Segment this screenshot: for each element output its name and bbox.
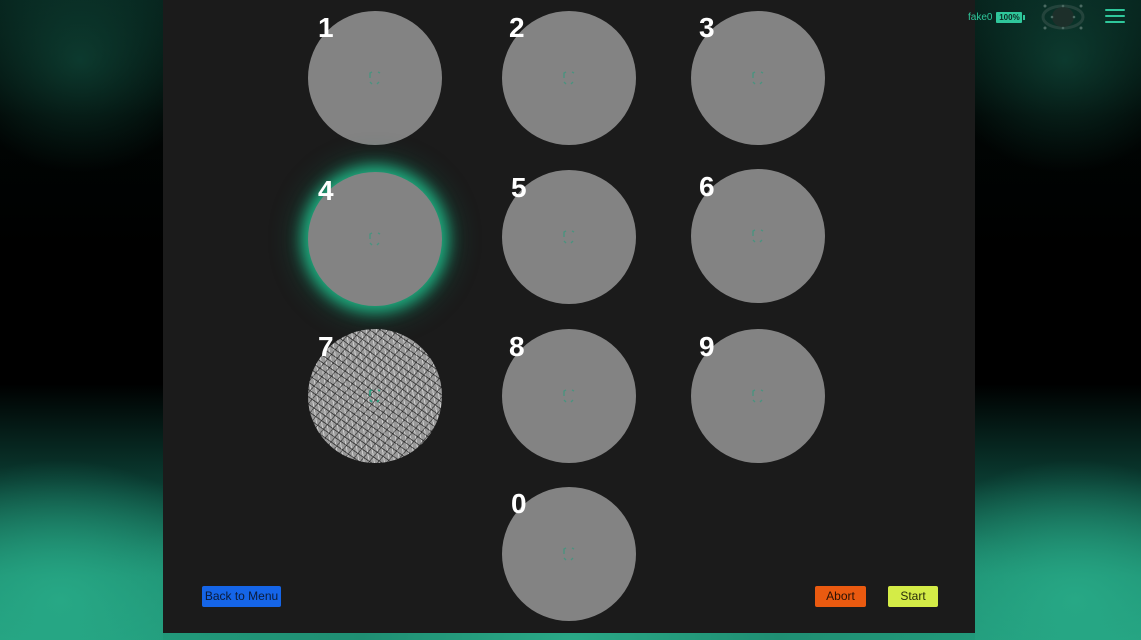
background-glow-right [975, 0, 1141, 640]
target-label-8: 8 [509, 331, 525, 362]
target-label-6: 6 [699, 171, 715, 202]
device-name: fake0 [968, 11, 993, 23]
hamburger-menu-icon[interactable] [1105, 9, 1125, 25]
target-label-0: 0 [511, 488, 527, 519]
fixation-mark-icon [752, 71, 764, 85]
fixation-mark-icon [369, 71, 381, 85]
target-label-2: 2 [509, 12, 525, 43]
start-button[interactable]: Start [888, 586, 938, 607]
abort-button[interactable]: Abort [815, 586, 866, 607]
device-status: fake0 100% [968, 8, 1026, 26]
target-label-9: 9 [699, 331, 715, 362]
battery-level: 100% [999, 12, 1020, 22]
target-label-5: 5 [511, 172, 527, 203]
fixation-mark-icon [563, 71, 575, 85]
back-to-menu-button[interactable]: Back to Menu [202, 586, 281, 607]
background-glow-left [0, 0, 163, 640]
app-window: 1 2 3 4 5 6 7 8 9 0 Back to Menu Abort S… [0, 0, 1141, 640]
headset-icon[interactable] [1038, 2, 1088, 32]
fixation-mark-icon [369, 389, 381, 403]
fixation-mark-icon [752, 229, 764, 243]
target-label-4: 4 [318, 175, 334, 206]
fixation-mark-icon [369, 232, 381, 246]
target-label-3: 3 [699, 12, 715, 43]
battery-icon: 100% [996, 11, 1026, 23]
target-label-7: 7 [318, 331, 334, 362]
fixation-mark-icon [563, 230, 575, 244]
fixation-mark-icon [563, 389, 575, 403]
target-label-1: 1 [318, 12, 334, 43]
fixation-mark-icon [563, 547, 575, 561]
fixation-mark-icon [752, 389, 764, 403]
